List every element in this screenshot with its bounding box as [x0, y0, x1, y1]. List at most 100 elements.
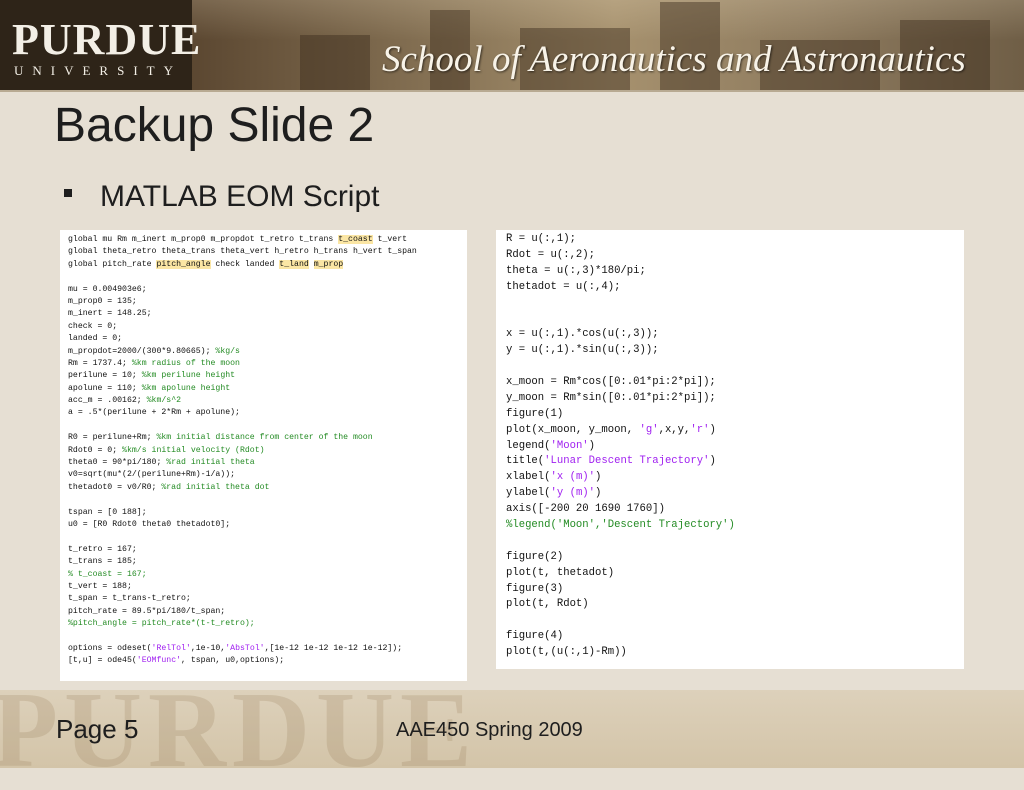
- code-token: pitch_rate = 89.5*pi/180/t_span;: [68, 606, 226, 616]
- code-token: R0 = perilune+Rm;: [68, 433, 157, 443]
- code-line: tspan = [0 188];: [60, 507, 467, 519]
- code-panel-left: global mu Rm m_inert m_prop0 m_propdot t…: [60, 230, 467, 681]
- code-token: t_land: [279, 259, 309, 269]
- code-token: figure(4): [506, 630, 564, 643]
- code-token: 'y (m)': [550, 487, 596, 500]
- code-line: plot(t, thetadot): [496, 566, 964, 582]
- code-line: t_trans = 185;: [60, 556, 467, 568]
- code-token: thetadot0 = v0/R0;: [68, 482, 162, 492]
- code-token: t_span = t_trans-t_retro;: [68, 594, 191, 604]
- code-token: %km perilune height: [141, 371, 236, 381]
- code-token: %rad initial theta dot: [161, 482, 270, 492]
- code-token: legend(: [506, 439, 551, 452]
- code-token: y = u(:,1).*sin(u(:,3));: [506, 344, 659, 357]
- code-token: 'Lunar Descent Trajectory': [544, 455, 710, 468]
- code-line: v0=sqrt(mu*(2/(perilune+Rm)-1/a));: [60, 469, 467, 481]
- code-line: [t,u] = ode45('EOMfunc', tspan, u0,optio…: [60, 655, 467, 667]
- code-token: ): [595, 471, 602, 484]
- code-token: , tspan, u0,options);: [181, 656, 285, 666]
- code-line: xlabel('x (m)'): [496, 470, 964, 486]
- code-token: check = 0;: [68, 321, 118, 331]
- code-line: title('Lunar Descent Trajectory'): [496, 454, 964, 470]
- code-token: %legend('Moon','Descent Trajectory'): [506, 519, 735, 532]
- code-token: perilune = 10;: [68, 371, 142, 381]
- code-token: m_prop: [313, 259, 344, 269]
- code-token: %rad initial theta: [166, 458, 255, 468]
- code-token: ): [595, 487, 602, 500]
- code-line: %pitch_angle = pitch_rate*(t-t_retro);: [60, 618, 467, 630]
- course-label: AAE450 Spring 2009: [396, 719, 583, 741]
- code-token: acc_m = .00162;: [68, 396, 147, 406]
- code-token: global mu Rm m_inert m_prop0 m_propdot t…: [68, 235, 339, 244]
- bullet-square-icon: [64, 189, 72, 197]
- code-token: m_prop0 = 135;: [68, 296, 137, 306]
- code-line: global theta_retro theta_trans theta_ver…: [60, 246, 467, 258]
- code-line: x_moon = Rm*cos([0:.01*pi:2*pi]);: [496, 375, 964, 391]
- code-line: theta = u(:,3)*180/pi;: [496, 264, 964, 280]
- code-token: ,x,y,: [658, 423, 691, 436]
- code-token: theta = u(:,3)*180/pi;: [506, 264, 646, 277]
- code-token: m_propdot=2000/(300*9.80665);: [68, 346, 216, 356]
- logo-subtitle: UNIVERSITY: [14, 63, 182, 78]
- code-line: global mu Rm m_inert m_prop0 m_propdot t…: [60, 234, 467, 246]
- code-line: t_retro = 167;: [60, 544, 467, 556]
- code-token: t_trans = 185;: [68, 557, 137, 567]
- header-divider: [0, 90, 1024, 92]
- code-line: Rdot0 = 0; %km/s initial velocity (Rdot): [60, 445, 467, 457]
- code-line: m_inert = 148.25;: [60, 308, 467, 320]
- code-line: Rdot = u(:,2);: [496, 248, 964, 264]
- code-token: x = u(:,1).*cos(u(:,3));: [506, 328, 659, 341]
- code-line: perilune = 10; %km perilune height: [60, 370, 467, 382]
- code-line: check = 0;: [60, 321, 467, 333]
- code-token: Rdot0 = 0;: [68, 445, 123, 455]
- code-token: [t,u] = ode45(: [68, 656, 137, 666]
- code-token: y_moon = Rm*sin([0:.01*pi:2*pi]);: [506, 391, 716, 404]
- code-line: plot(t, Rdot): [496, 597, 964, 613]
- code-token: thetadot = u(:,4);: [506, 280, 621, 293]
- code-token: pitch_angle: [156, 259, 211, 269]
- code-token: ): [709, 455, 716, 468]
- code-token: %km radius of the moon: [131, 358, 240, 368]
- code-token: % t_coast = 167;: [68, 569, 147, 579]
- code-token: Rm = 1737.4;: [68, 358, 132, 368]
- code-line: u0 = [R0 Rdot0 theta0 thetadot0];: [60, 519, 467, 531]
- code-token: %km/s initial velocity (Rdot): [122, 445, 265, 455]
- code-line: m_prop0 = 135;: [60, 296, 467, 308]
- code-token: ): [709, 423, 716, 436]
- code-token: xlabel(: [506, 471, 551, 484]
- code-line: apolune = 110; %km apolune height: [60, 383, 467, 395]
- code-line: axis([-200 20 1690 1760]): [496, 502, 964, 518]
- code-token: R = u(:,1);: [506, 233, 576, 245]
- code-line: figure(2): [496, 550, 964, 566]
- code-token: t_retro = 167;: [68, 544, 137, 554]
- code-line: x = u(:,1).*cos(u(:,3));: [496, 327, 964, 343]
- code-line: plot(t,(u(:,1)-Rm)): [496, 645, 964, 661]
- code-token: 'AbsTol': [225, 643, 265, 653]
- bullet-text: MATLAB EOM Script: [100, 180, 380, 213]
- code-line: thetadot = u(:,4);: [496, 280, 964, 296]
- code-line: thetadot0 = v0/R0; %rad initial theta do…: [60, 482, 467, 494]
- code-token: axis([-200 20 1690 1760]): [506, 503, 665, 516]
- code-token: ,[1e-12 1e-12 1e-12 1e-12]);: [264, 643, 403, 653]
- code-token: options = odeset(: [68, 643, 152, 653]
- slide-title: Backup Slide 2: [54, 99, 375, 152]
- code-panel-right: R = u(:,1); Rdot = u(:,2); theta = u(:,3)*…: [496, 230, 964, 669]
- code-token: ): [588, 439, 596, 452]
- header-banner: PURDUE UNIVERSITY School of Aeronautics …: [0, 0, 1024, 90]
- code-token: tspan = [0 188];: [68, 507, 147, 517]
- code-line: figure(1): [496, 407, 964, 423]
- code-token: %pitch_angle = pitch_rate*(t-t_retro);: [68, 619, 255, 629]
- code-token: apolune = 110;: [68, 383, 142, 393]
- code-line: y = u(:,1).*sin(u(:,3));: [496, 343, 964, 359]
- code-line: theta0 = 90*pi/180; %rad initial theta: [60, 457, 467, 469]
- code-token: m_inert = 148.25;: [68, 309, 152, 319]
- code-token: theta0 = 90*pi/180;: [68, 458, 167, 468]
